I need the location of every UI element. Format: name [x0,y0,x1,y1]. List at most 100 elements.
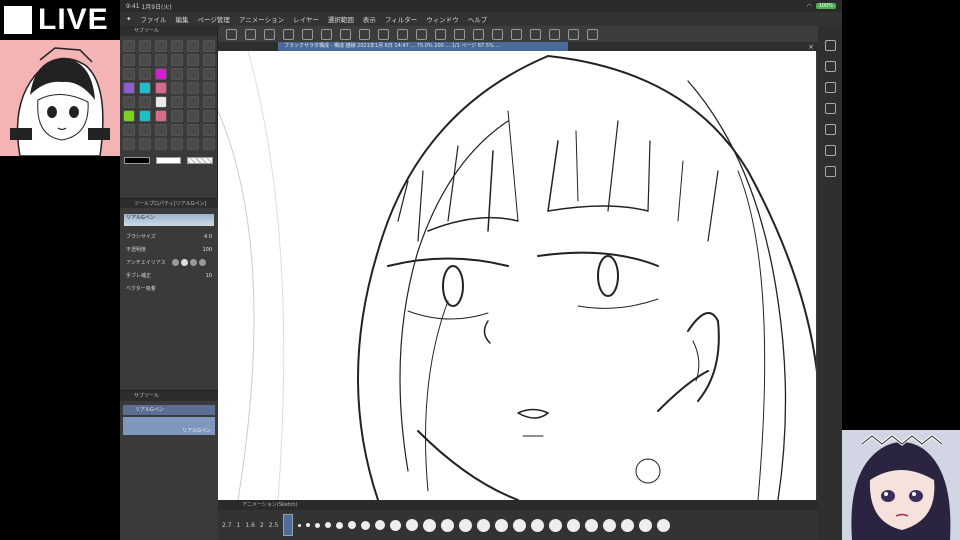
grid-icon[interactable] [530,28,541,40]
ruler-tool-icon[interactable] [187,68,199,80]
redo-icon[interactable] [321,28,332,40]
pen-icon[interactable] [473,28,484,40]
rotate-icon[interactable] [568,28,579,40]
eraser-tool-icon[interactable] [187,54,199,66]
menu-file[interactable]: ファイル [140,14,166,24]
frame-dot[interactable] [621,518,635,532]
navigator-icon[interactable] [824,40,836,51]
hamburger-icon[interactable] [226,28,237,40]
frame-dot[interactable] [477,518,491,532]
sub-color-swatch[interactable] [155,157,182,164]
frame-dot[interactable] [657,518,671,532]
airbrush-tool-icon[interactable] [171,54,183,66]
eyedropper-tool-icon[interactable] [187,40,199,52]
crop-icon[interactable] [416,28,427,40]
decoration-tool-icon[interactable] [139,96,151,108]
balloon-tool-icon[interactable] [171,82,183,94]
subtool-preview[interactable]: リアルGペン [123,417,215,435]
clear-icon[interactable] [340,28,351,40]
color-swatch-lime[interactable] [123,110,135,122]
frame-dot[interactable] [361,520,371,530]
deselect-icon[interactable] [435,28,446,40]
lasso-tool-icon[interactable] [203,40,215,52]
snap-icon[interactable] [511,28,522,40]
new-file-icon[interactable] [245,28,256,40]
menu-filter[interactable]: フィルター [385,14,417,24]
fill-icon[interactable] [397,28,408,40]
frame-dot[interactable] [390,519,402,531]
frame-dot[interactable] [459,518,473,532]
menu-selection[interactable]: 選択範囲 [328,14,354,24]
stabilization-row[interactable]: 手ブレ補正 10 [120,269,218,282]
layer-icon[interactable] [824,61,836,72]
antialias-option[interactable] [172,259,179,266]
frame-dot[interactable] [336,521,344,529]
app-logo-icon[interactable]: ✦ [126,15,131,23]
frame-dot[interactable] [639,518,653,532]
menu-animation[interactable]: アニメーション [239,14,284,24]
current-frame[interactable] [283,514,294,536]
zoom-tool-icon[interactable] [171,40,183,52]
transform-icon[interactable] [359,28,370,40]
pen-tool-icon[interactable] [123,54,135,66]
frame-dot[interactable] [549,518,563,532]
figure-tool-icon[interactable] [139,68,151,80]
color-wheel-icon[interactable] [824,103,836,114]
menu-page[interactable]: ページ管理 [197,14,229,24]
brush-size-value[interactable]: 4.0 [204,234,212,240]
subtool-item[interactable]: リアルGペン [123,405,215,415]
hand-tool-icon[interactable] [123,124,135,136]
frame-dot[interactable] [306,523,311,527]
frame-dot[interactable] [585,518,599,532]
antialias-selector[interactable] [172,259,206,266]
square-tool-icon[interactable] [155,138,167,150]
menu-help[interactable]: ヘルプ [468,14,488,24]
circle-tool-icon[interactable] [123,138,135,150]
select-tool-icon[interactable] [155,40,167,52]
frame-dot[interactable] [325,522,332,528]
color-swatch-rose[interactable] [155,110,167,122]
fill-tool-icon[interactable] [203,54,215,66]
antialias-option[interactable] [181,259,188,266]
dot-tool-icon[interactable] [139,138,151,150]
frame-dot[interactable] [298,523,302,527]
move-tool-icon[interactable] [123,40,135,52]
color-swatch-white[interactable] [155,96,167,108]
text-tool-icon[interactable] [203,68,215,80]
menu-layer[interactable]: レイヤー [293,14,319,24]
blend-tool-icon[interactable] [123,96,135,108]
menu-window[interactable]: ウィンドウ [426,14,459,24]
save-icon[interactable] [283,28,294,40]
transparent-swatch[interactable] [187,157,214,164]
frame-dot[interactable] [348,521,357,529]
dropper-tool-icon[interactable] [171,124,183,136]
line-tool-icon[interactable] [187,82,199,94]
opacity-value[interactable]: 100 [202,247,212,253]
frame-dot[interactable] [567,518,581,532]
antialias-option[interactable] [199,259,206,266]
menu-edit[interactable]: 編集 [175,14,188,24]
frame-dot[interactable] [513,518,527,532]
open-file-icon[interactable] [264,28,275,40]
history-icon[interactable] [824,145,836,156]
pencil-tool-icon[interactable] [139,54,151,66]
rotate-tool-icon[interactable] [139,124,151,136]
layout-icon[interactable] [587,28,598,40]
layer-tool-icon[interactable] [155,124,167,136]
select-icon[interactable] [378,28,389,40]
main-color-swatch[interactable] [124,157,150,164]
frame-dot[interactable] [315,522,321,528]
frame-dot[interactable] [406,519,419,531]
drawing-canvas[interactable] [218,51,816,500]
settings-icon[interactable] [824,166,836,177]
frame-dot[interactable] [441,518,455,532]
color-swatch-pink[interactable] [155,82,167,94]
vector-snap-row[interactable]: ベクター吸着 [120,282,218,295]
menu-view[interactable]: 表示 [363,14,376,24]
operation-tool-icon[interactable] [139,40,151,52]
antialias-row[interactable]: アンチエイリアス [120,256,218,269]
color-swatch-violet[interactable] [123,82,135,94]
frame-dot[interactable] [495,518,509,532]
flip-icon[interactable] [549,28,560,40]
brush-tool-icon[interactable] [155,54,167,66]
